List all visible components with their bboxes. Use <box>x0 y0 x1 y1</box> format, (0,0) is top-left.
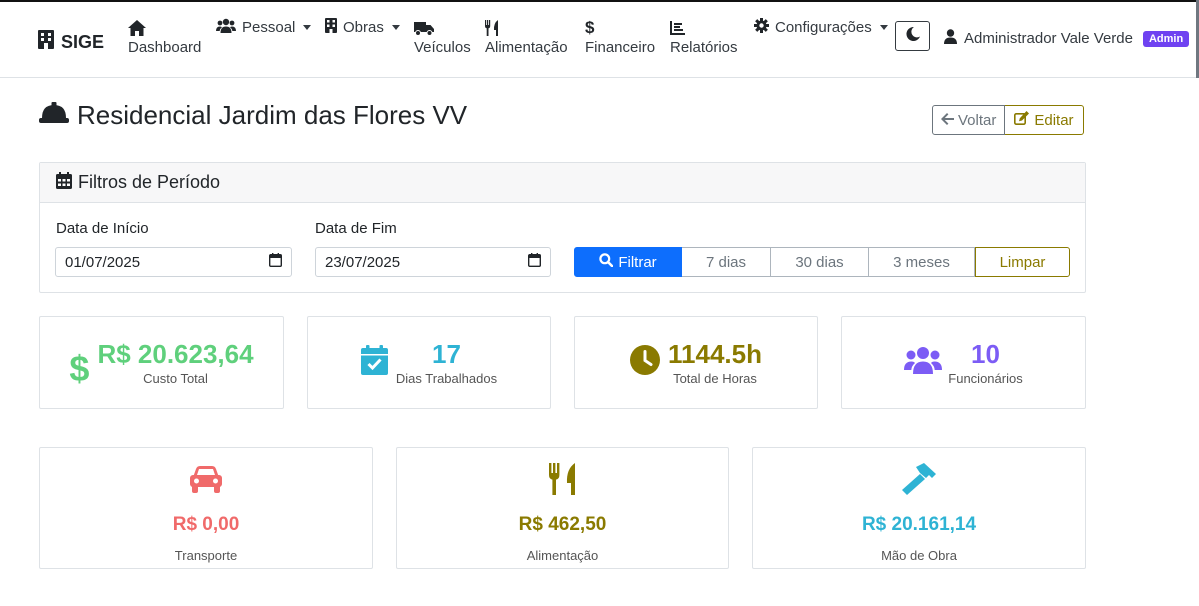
nav-dashboard-label: Dashboard <box>128 39 202 56</box>
period-button-group: Filtrar 7 dias 30 dias 3 meses Limpar <box>574 247 1070 277</box>
start-date-label: Data de Início <box>56 220 149 237</box>
nav-obras-label: Obras <box>343 19 384 36</box>
user-menu[interactable]: Administrador Vale Verde Admin <box>944 29 1190 48</box>
nav-relatorios[interactable]: Relatórios <box>670 17 738 56</box>
utensils-icon <box>548 462 577 496</box>
building-icon <box>38 30 54 54</box>
building-icon <box>325 18 337 37</box>
end-date-label: Data de Fim <box>315 220 397 237</box>
hammer-icon <box>902 462 936 496</box>
theme-toggle-button[interactable] <box>895 21 930 51</box>
start-date-input[interactable]: 01/07/2025 <box>55 247 292 277</box>
cost-label: Alimentação <box>526 548 599 563</box>
user-name: Administrador Vale Verde <box>964 30 1133 47</box>
calendar-check-icon <box>360 345 388 380</box>
nav-relatorios-label: Relatórios <box>670 39 738 56</box>
stat-value: 10 <box>971 339 1000 369</box>
dollar-icon: $ <box>585 18 595 37</box>
end-date-value: 23/07/2025 <box>325 253 401 271</box>
stat-value: 17 <box>432 339 461 369</box>
clock-icon <box>630 345 660 380</box>
calendar-icon[interactable] <box>527 253 542 271</box>
edit-icon <box>1014 111 1030 129</box>
cost-label: Transporte <box>174 548 238 563</box>
arrow-left-icon <box>941 112 954 129</box>
filters-header: Filtros de Período <box>40 163 1085 203</box>
page-actions: Voltar Editar <box>932 105 1084 135</box>
preset-7-days-button[interactable]: 7 dias <box>682 247 771 277</box>
nav-alimentacao-label: Alimentação <box>485 39 568 56</box>
brand[interactable]: SIGE <box>38 30 104 54</box>
filter-button-label: Filtrar <box>618 253 657 271</box>
user-icon <box>944 29 957 48</box>
stat-card-funcionarios: 10 Funcionários <box>841 316 1086 409</box>
clear-button[interactable]: Limpar <box>975 247 1070 277</box>
calendar-icon[interactable] <box>268 253 283 271</box>
cost-value: R$ 462,50 <box>518 514 607 535</box>
cost-card-transporte: R$ 0,00 Transporte <box>39 447 373 569</box>
truck-icon <box>414 17 434 39</box>
nav-configuracoes-dropdown[interactable]: Configurações <box>754 18 888 37</box>
cost-value: R$ 0,00 <box>172 514 240 535</box>
stat-card-custo-total: $ R$ 20.623,64 Custo Total <box>39 316 284 409</box>
stat-label: Dias Trabalhados <box>395 371 498 386</box>
stat-value: R$ 20.623,64 <box>97 339 254 369</box>
chevron-down-icon <box>303 25 312 30</box>
stat-value: 1144.5h <box>668 339 762 369</box>
nav-obras-dropdown[interactable]: Obras <box>325 18 400 37</box>
calendar-icon <box>56 171 72 194</box>
brand-name: SIGE <box>61 31 105 52</box>
nav-financeiro[interactable]: $ Financeiro <box>585 17 655 56</box>
chart-line-icon <box>670 17 685 39</box>
nav-pessoal-label: Pessoal <box>242 19 296 36</box>
project-name: Residencial Jardim das Flores VV <box>77 100 468 130</box>
top-navbar: SIGE Dashboard Pessoal Obras Veículos Al… <box>0 2 1196 78</box>
cost-card-alimentacao: R$ 462,50 Alimentação <box>396 447 729 569</box>
stat-label: Custo Total <box>143 371 208 386</box>
users-icon <box>904 346 943 379</box>
nav-pessoal-dropdown[interactable]: Pessoal <box>216 18 312 37</box>
nav-veiculos-label: Veículos <box>414 39 471 56</box>
start-date-value: 01/07/2025 <box>65 253 141 271</box>
users-icon <box>216 18 236 37</box>
nav-veiculos[interactable]: Veículos <box>414 17 471 56</box>
cost-label: Mão de Obra <box>881 548 957 563</box>
moon-icon <box>905 26 920 46</box>
preset-3-months-button[interactable]: 3 meses <box>869 247 975 277</box>
end-date-input[interactable]: 23/07/2025 <box>315 247 551 277</box>
search-icon <box>599 253 614 271</box>
filters-title: Filtros de Período <box>78 172 221 192</box>
edit-button[interactable]: Editar <box>1005 105 1084 135</box>
back-label: Voltar <box>958 111 997 129</box>
utensils-icon <box>485 17 499 39</box>
stat-label: Total de Horas <box>673 371 757 386</box>
hard-hat-icon <box>39 100 69 131</box>
page-title: Residencial Jardim das Flores VV <box>39 100 467 131</box>
back-button[interactable]: Voltar <box>932 105 1006 135</box>
stat-label: Funcionários <box>948 371 1023 386</box>
cost-card-mao-de-obra: R$ 20.161,14 Mão de Obra <box>752 447 1086 569</box>
nav-dashboard[interactable]: Dashboard <box>128 17 201 56</box>
chevron-down-icon <box>879 25 888 30</box>
nav-financeiro-label: Financeiro <box>585 39 656 56</box>
chevron-down-icon <box>391 25 400 30</box>
cost-value: R$ 20.161,14 <box>861 514 977 535</box>
role-badge: Admin <box>1142 30 1190 47</box>
edit-label: Editar <box>1034 111 1074 129</box>
stat-card-total-horas: 1144.5h Total de Horas <box>574 316 818 409</box>
home-icon <box>128 17 146 39</box>
preset-30-days-button[interactable]: 30 dias <box>771 247 869 277</box>
stat-card-dias-trabalhados: 17 Dias Trabalhados <box>307 316 551 409</box>
nav-alimentacao[interactable]: Alimentação <box>485 17 568 56</box>
dollar-icon: $ <box>69 347 90 389</box>
filter-button[interactable]: Filtrar <box>574 247 682 277</box>
nav-configuracoes-label: Configurações <box>775 19 872 36</box>
gear-icon <box>754 18 769 37</box>
car-icon <box>190 462 222 496</box>
